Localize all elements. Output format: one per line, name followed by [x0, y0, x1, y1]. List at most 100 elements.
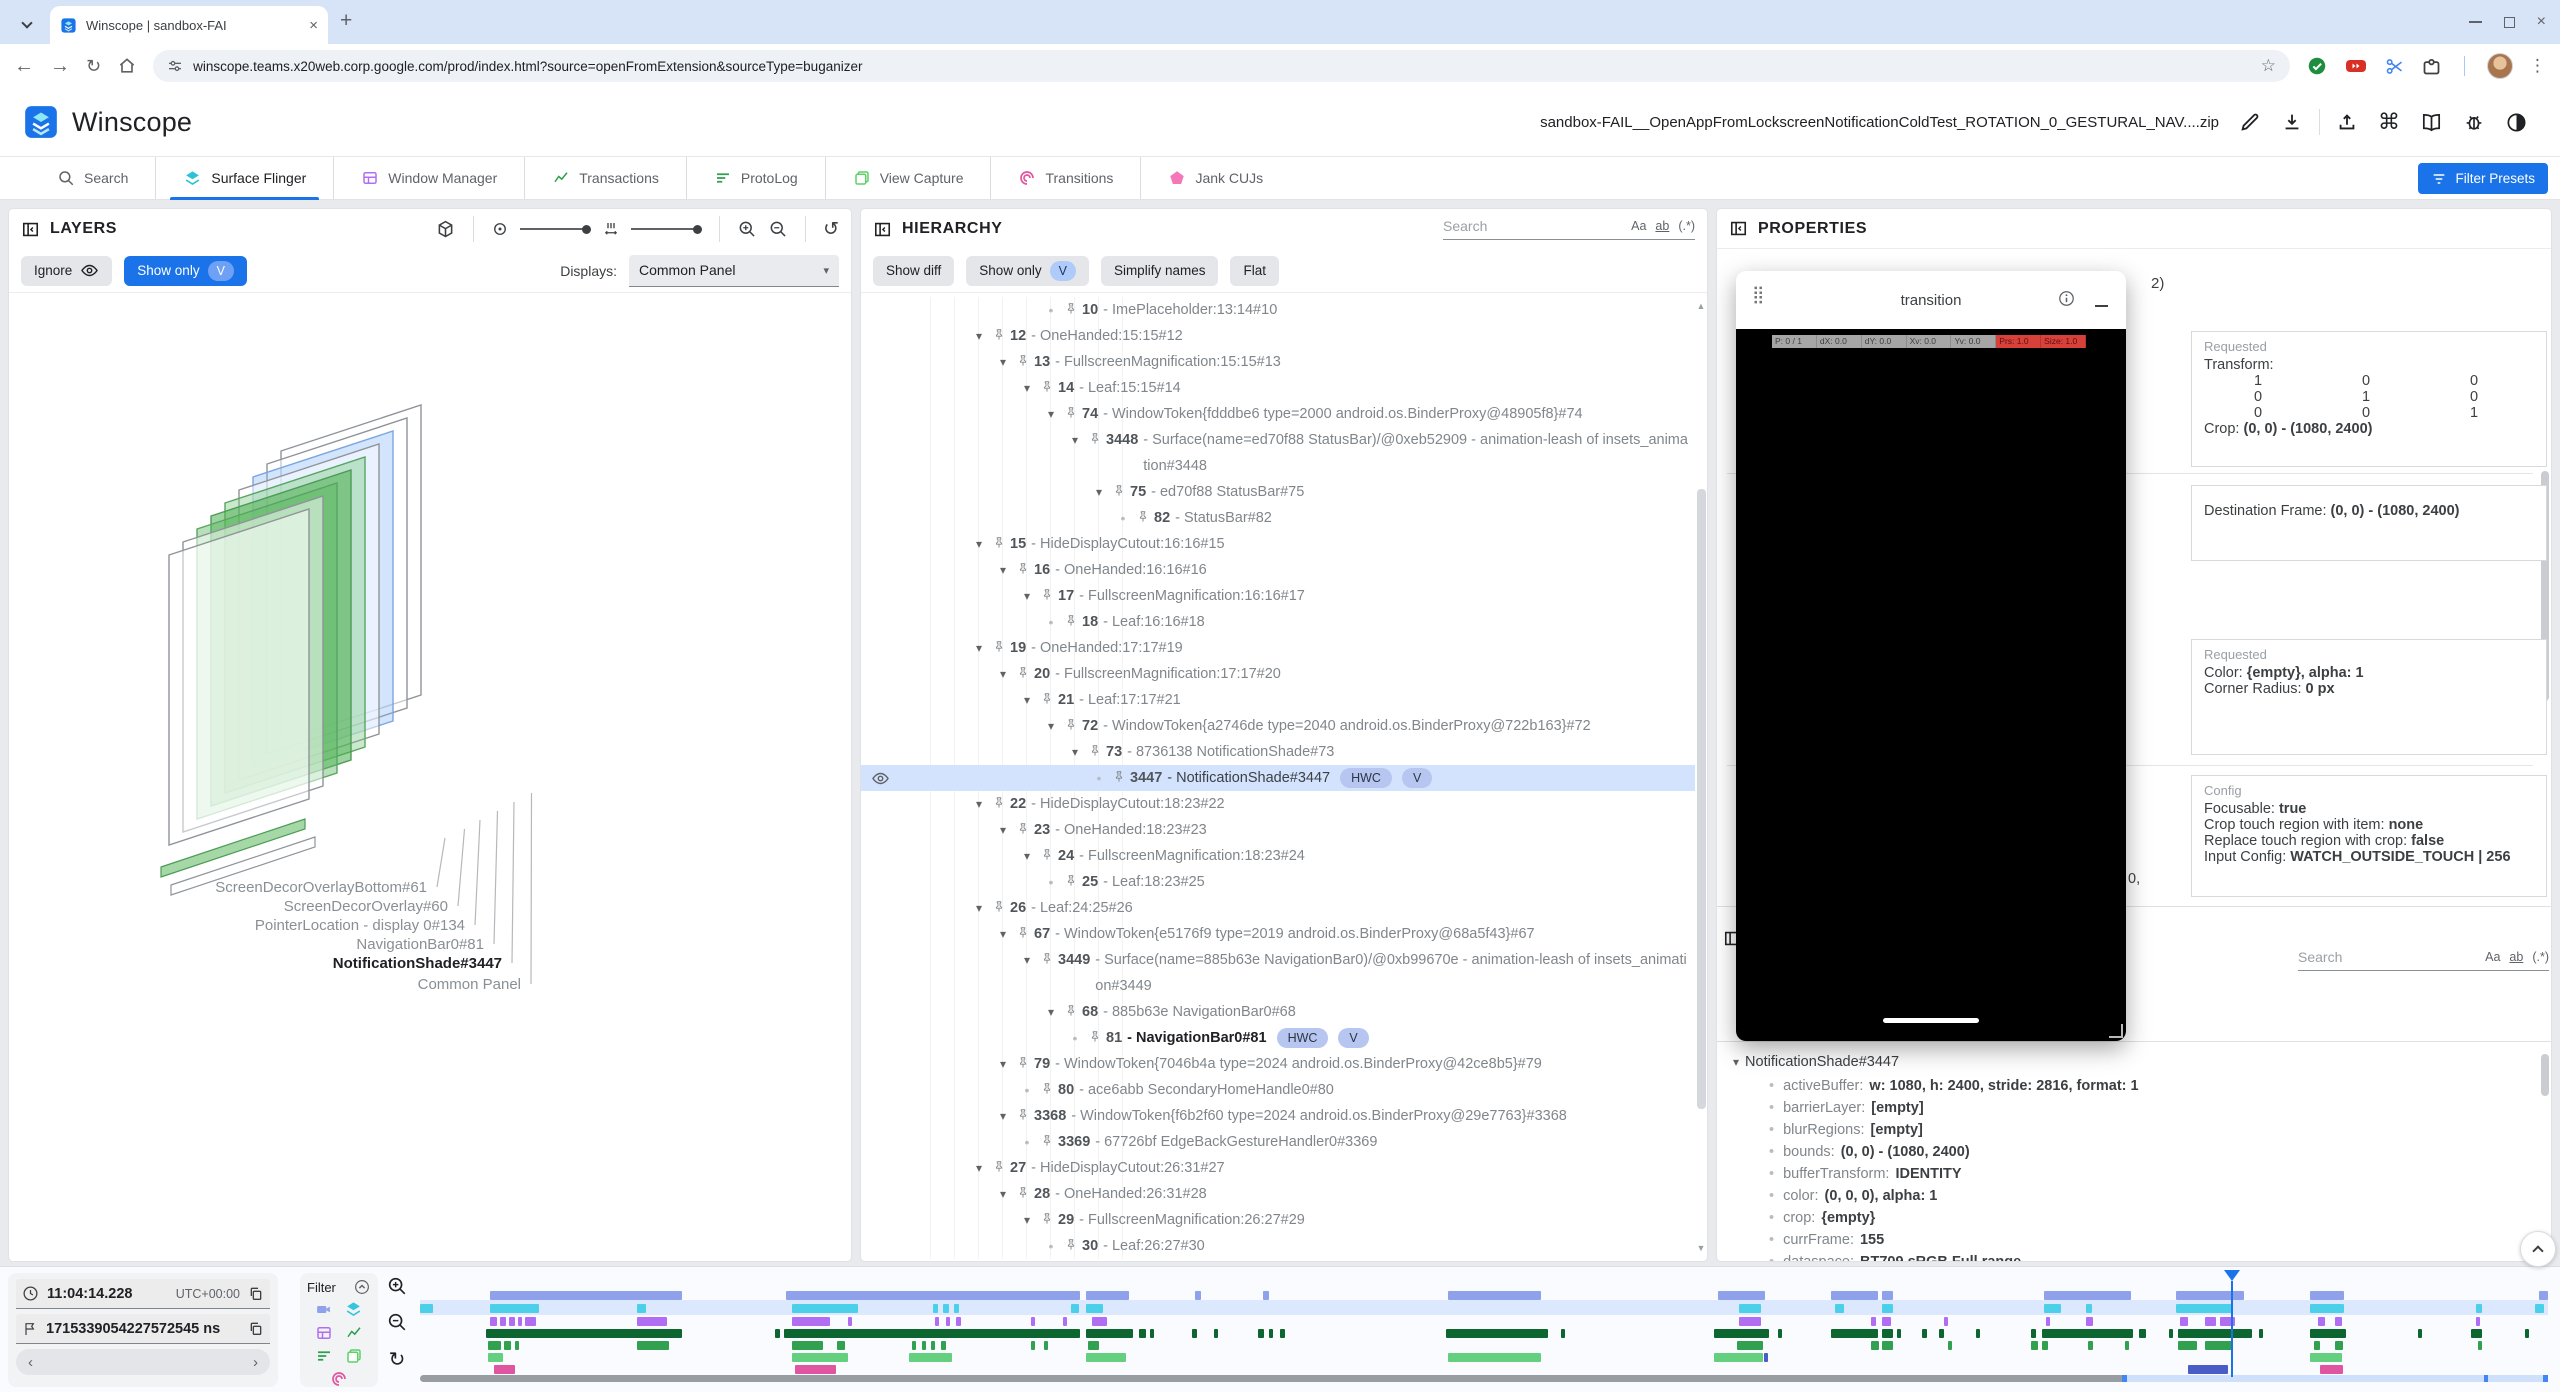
- layer-label[interactable]: NavigationBar0#81: [356, 936, 484, 953]
- trace-entry[interactable]: [1944, 1317, 1948, 1326]
- tree-row[interactable]: •80- ace6abb SecondaryHomeHandle0#80: [861, 1077, 1695, 1103]
- eye-icon[interactable]: [871, 769, 890, 788]
- trace-entry[interactable]: [1448, 1353, 1542, 1362]
- trace-entry[interactable]: [1031, 1317, 1035, 1326]
- url-bar[interactable]: winscope.teams.x20web.corp.google.com/pr…: [153, 50, 2290, 82]
- layer-label[interactable]: ScreenDecorOverlay#60: [284, 898, 448, 915]
- layer-label[interactable]: NotificationShade#3447: [333, 955, 502, 972]
- trace-entry[interactable]: [1882, 1304, 1893, 1313]
- window-icon[interactable]: [315, 1324, 333, 1342]
- tab-close-icon[interactable]: ×: [309, 17, 318, 34]
- expand-arrow-icon[interactable]: ▾: [1016, 947, 1038, 973]
- trace-entry[interactable]: [1561, 1329, 1565, 1338]
- expand-arrow-icon[interactable]: ▾: [1040, 999, 1062, 1025]
- trace-entry[interactable]: [1269, 1329, 1273, 1338]
- trace-entry[interactable]: [488, 1341, 501, 1350]
- expand-arrow-icon[interactable]: ▾: [1733, 1055, 1739, 1069]
- resize-handle[interactable]: [2109, 1024, 2123, 1038]
- properties-list[interactable]: ▾NotificationShade#3447•activeBuffer:w: …: [1717, 1049, 2539, 1261]
- expand-arrow-icon[interactable]: ▾: [968, 323, 990, 349]
- trace-entry[interactable]: [2418, 1329, 2422, 1338]
- zoom-in-icon[interactable]: [737, 219, 757, 239]
- back-icon[interactable]: ←: [14, 55, 34, 78]
- tree-row[interactable]: ▾14- Leaf:15:15#14: [861, 375, 1695, 401]
- trace-entry[interactable]: [909, 1353, 952, 1362]
- trace-entry[interactable]: [2220, 1317, 2235, 1326]
- reload-icon[interactable]: ↻: [86, 56, 101, 77]
- extension-play-icon[interactable]: [2344, 54, 2368, 78]
- pin-icon[interactable]: [1014, 1186, 1031, 1200]
- tree-row[interactable]: ▾22- HideDisplayCutout:18:23#22: [861, 791, 1695, 817]
- trace-entry[interactable]: [2478, 1341, 2482, 1350]
- zoom-out-icon[interactable]: [386, 1311, 408, 1333]
- home-icon[interactable]: [117, 56, 137, 76]
- trace-entry[interactable]: [1714, 1353, 1763, 1362]
- trace-entry[interactable]: [2046, 1317, 2050, 1326]
- trace-entry[interactable]: [637, 1317, 667, 1326]
- tree-row[interactable]: ▾73- 8736138 NotificationShade#73: [861, 739, 1695, 765]
- track-window-manager[interactable]: [420, 1317, 2548, 1326]
- tree-row[interactable]: ▾3448- Surface(name=ed70f88 StatusBar)/@…: [861, 427, 1695, 479]
- filter-presets-button[interactable]: Filter Presets: [2418, 163, 2548, 194]
- pin-icon[interactable]: [1110, 484, 1127, 498]
- expand-arrow-icon[interactable]: ▾: [968, 791, 990, 817]
- trace-entry[interactable]: [946, 1317, 950, 1326]
- displays-select[interactable]: Common Panel ▾: [629, 255, 839, 287]
- trace-entry[interactable]: [1718, 1291, 1765, 1300]
- tree-row[interactable]: ▾15- HideDisplayCutout:16:16#15: [861, 531, 1695, 557]
- layers-3d-canvas[interactable]: ScreenDecorOverlayBottom#61ScreenDecorOv…: [9, 293, 851, 1261]
- trace-entry[interactable]: [1446, 1329, 1548, 1338]
- download-icon[interactable]: [2281, 111, 2303, 133]
- trace-entry[interactable]: [2335, 1317, 2341, 1326]
- tree-row[interactable]: ▾3368- WindowToken{f6b2f60 type=2024 and…: [861, 1103, 1695, 1129]
- expand-arrow-icon[interactable]: ▾: [1064, 739, 1086, 765]
- menu-kebab-icon[interactable]: ⋮: [2529, 56, 2546, 76]
- reset-view-icon[interactable]: ↺: [823, 218, 839, 241]
- pin-icon[interactable]: [1038, 692, 1055, 706]
- minimize-icon[interactable]: [2095, 305, 2108, 307]
- pin-icon[interactable]: [990, 796, 1007, 810]
- tab-jank-cujs[interactable]: Jank CUJs: [1140, 157, 1290, 199]
- trace-entry[interactable]: [792, 1341, 823, 1350]
- scissors-icon[interactable]: [2384, 56, 2405, 77]
- profile-avatar[interactable]: [2487, 53, 2513, 79]
- trace-entry[interactable]: [775, 1329, 779, 1338]
- pin-icon[interactable]: [1062, 1004, 1079, 1018]
- property-row[interactable]: •color:(0, 0, 0), alpha: 1: [1717, 1185, 2539, 1207]
- tree-row[interactable]: •82- StatusBar#82: [861, 505, 1695, 531]
- property-row[interactable]: •crop:{empty}: [1717, 1207, 2539, 1229]
- trace-entry[interactable]: [2031, 1329, 2036, 1338]
- minimize-icon[interactable]: [2469, 21, 2482, 23]
- hierarchy-scrollbar[interactable]: [1697, 489, 1706, 1109]
- drag-handle-icon[interactable]: ⣿: [1752, 285, 1762, 305]
- bookmark-star-icon[interactable]: ☆: [2261, 56, 2276, 76]
- tab-transitions[interactable]: Transitions: [990, 157, 1140, 199]
- trace-entry[interactable]: [2031, 1341, 2038, 1350]
- expand-arrow-icon[interactable]: ▾: [992, 817, 1014, 843]
- trace-entry[interactable]: [1897, 1329, 1901, 1338]
- trace-entry[interactable]: [2176, 1291, 2244, 1300]
- regex-toggle[interactable]: (.*): [1678, 219, 1695, 233]
- collapse-panel-icon[interactable]: [21, 220, 40, 239]
- pin-icon[interactable]: [1014, 562, 1031, 576]
- dark-mode-toggle-icon[interactable]: [2505, 111, 2528, 134]
- trace-entry[interactable]: [1086, 1304, 1103, 1313]
- expand-arrow-icon[interactable]: ▾: [992, 1051, 1014, 1077]
- trace-entry[interactable]: [488, 1353, 503, 1362]
- trace-entry[interactable]: [486, 1329, 682, 1338]
- trace-entry[interactable]: [1086, 1329, 1133, 1338]
- tree-row[interactable]: ▾67- WindowToken{e5176f9 type=2019 andro…: [861, 921, 1695, 947]
- track-screen-recording[interactable]: [420, 1291, 2548, 1300]
- pin-icon[interactable]: [1014, 926, 1031, 940]
- view-capture-icon[interactable]: [345, 1347, 363, 1365]
- trace-entry[interactable]: [1871, 1341, 1878, 1350]
- pin-icon[interactable]: [1062, 1238, 1079, 1252]
- trace-entry[interactable]: [1764, 1353, 1768, 1362]
- expand-arrow-icon[interactable]: ▾: [1016, 843, 1038, 869]
- expand-arrow-icon[interactable]: ▾: [968, 895, 990, 921]
- trace-entry[interactable]: [912, 1341, 916, 1350]
- property-row[interactable]: •activeBuffer:w: 1080, h: 2400, stride: …: [1717, 1075, 2539, 1097]
- new-tab-button[interactable]: +: [340, 9, 352, 33]
- human-time-field[interactable]: 11:04:14.228 UTC+00:00: [16, 1279, 270, 1309]
- expand-arrow-icon[interactable]: ▾: [968, 1155, 990, 1181]
